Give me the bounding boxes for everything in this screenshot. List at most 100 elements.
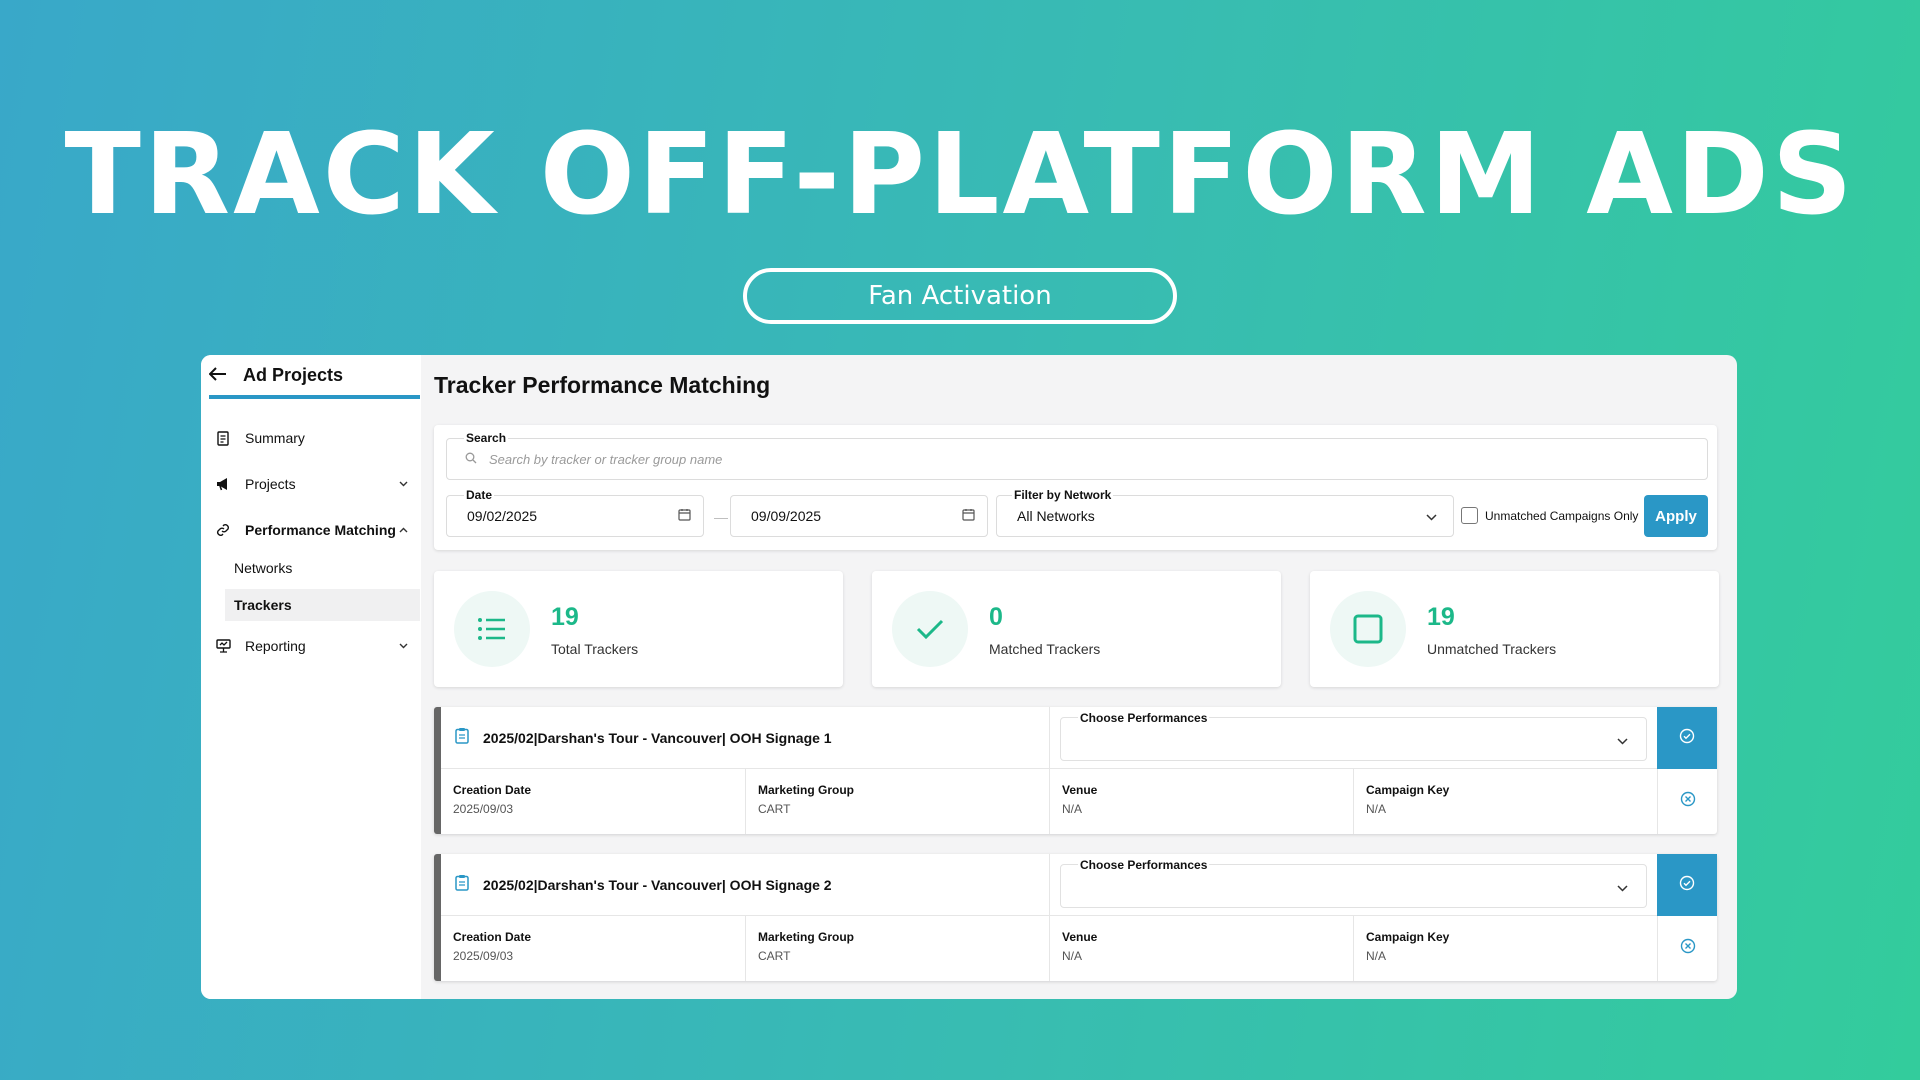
- stat-value: 19: [551, 603, 579, 631]
- tracker-name: 2025/02|Darshan's Tour - Vancouver| OOH …: [483, 876, 832, 893]
- hero-title: TRACK OFF-PLATFORM ADS: [64, 110, 1856, 240]
- field-value: N/A: [1366, 949, 1387, 963]
- stat-label: Total Trackers: [551, 641, 639, 657]
- tracker-name: 2025/02|Darshan's Tour - Vancouver| OOH …: [483, 729, 832, 746]
- sidebar-subitem-label: Trackers: [234, 597, 292, 613]
- tracker-header: 2025/02|Darshan's Tour - Vancouver| OOH …: [441, 707, 1049, 769]
- chevron-up-icon: [399, 524, 408, 536]
- stat-value: 19: [1427, 603, 1455, 631]
- stat-card-unmatched: 19 Unmatched Trackers: [1310, 571, 1719, 687]
- performance-select-area: Choose Performances: [1049, 854, 1657, 916]
- tracker-field-venue: Venue N/A: [1049, 916, 1353, 981]
- chevron-down-icon: [1617, 879, 1628, 897]
- field-key: Campaign Key: [1366, 930, 1450, 944]
- sidebar-subitem-label: Networks: [234, 560, 293, 576]
- tracker-field-venue: Venue N/A: [1049, 769, 1353, 834]
- page-title: Tracker Performance Matching: [434, 372, 771, 398]
- network-value: All Networks: [1017, 508, 1095, 524]
- chevron-down-icon: [399, 640, 408, 652]
- field-key: Creation Date: [453, 930, 532, 944]
- date-from-value: 09/02/2025: [467, 508, 538, 524]
- clear-match-button[interactable]: [1657, 769, 1717, 834]
- sidebar-item-label: Reporting: [245, 638, 306, 654]
- sidebar-header: Ad Projects: [208, 355, 420, 399]
- tracker-field-creation-date: Creation Date 2025/09/03: [441, 916, 745, 981]
- close-circle-icon: [1680, 791, 1696, 812]
- tracker-card: 2025/02|Darshan's Tour - Vancouver| OOH …: [434, 707, 1717, 834]
- search-input[interactable]: Search by tracker or tracker group name: [446, 438, 1708, 480]
- clipboard-icon: [455, 874, 469, 896]
- date-to-value: 09/09/2025: [751, 508, 822, 524]
- list-icon: [454, 591, 530, 667]
- tracker-field-campaign-key: Campaign Key N/A: [1353, 769, 1657, 834]
- check-circle-icon: [1679, 728, 1695, 749]
- search-label: Search: [464, 431, 509, 445]
- field-key: Marketing Group: [758, 783, 855, 797]
- check-circle-icon: [1679, 875, 1695, 896]
- sidebar-subitem-networks[interactable]: Networks: [225, 552, 420, 584]
- unmatched-only-label: Unmatched Campaigns Only: [1485, 508, 1639, 523]
- link-icon: [215, 522, 231, 538]
- sidebar: Ad Projects Summary Projects Performance…: [201, 355, 421, 999]
- choose-performances-label: Choose Performances: [1078, 858, 1210, 872]
- sidebar-item-label: Summary: [245, 430, 305, 446]
- tracker-field-marketing-group: Marketing Group CART: [745, 916, 1049, 981]
- megaphone-icon: [215, 476, 231, 492]
- field-key: Campaign Key: [1366, 783, 1450, 797]
- calendar-icon[interactable]: [678, 508, 691, 524]
- field-key: Venue: [1062, 930, 1098, 944]
- tracker-field-campaign-key: Campaign Key N/A: [1353, 916, 1657, 981]
- field-value: N/A: [1062, 802, 1083, 816]
- tracker-field-creation-date: Creation Date 2025/09/03: [441, 769, 745, 834]
- arrow-left-icon[interactable]: [208, 364, 229, 387]
- date-to-field[interactable]: 09/09/2025: [730, 495, 988, 537]
- field-value: 2025/09/03: [453, 802, 514, 816]
- tracker-card: 2025/02|Darshan's Tour - Vancouver| OOH …: [434, 854, 1717, 981]
- calendar-icon[interactable]: [962, 508, 975, 524]
- field-value: CART: [758, 802, 791, 816]
- field-key: Marketing Group: [758, 930, 855, 944]
- app-window: Ad Projects Summary Projects Performance…: [201, 355, 1737, 999]
- field-value: N/A: [1366, 802, 1387, 816]
- confirm-match-button[interactable]: [1657, 707, 1717, 769]
- choose-performances-label: Choose Performances: [1078, 711, 1210, 725]
- sidebar-item-label: Performance Matching: [245, 522, 396, 538]
- sidebar-item-label: Projects: [245, 476, 296, 492]
- unmatched-only-checkbox[interactable]: [1461, 507, 1478, 524]
- stat-label: Matched Trackers: [989, 641, 1101, 657]
- sidebar-item-summary[interactable]: Summary: [215, 423, 420, 453]
- search-placeholder: Search by tracker or tracker group name: [489, 451, 723, 467]
- clipboard-icon: [455, 727, 469, 749]
- chevron-down-icon: [1426, 509, 1437, 524]
- main-content: Tracker Performance Matching Search by t…: [434, 355, 1729, 999]
- apply-button[interactable]: Apply: [1644, 495, 1708, 537]
- check-icon: [892, 591, 968, 667]
- close-circle-icon: [1680, 938, 1696, 959]
- field-key: Creation Date: [453, 783, 532, 797]
- tracker-field-marketing-group: Marketing Group CART: [745, 769, 1049, 834]
- sidebar-item-projects[interactable]: Projects: [215, 469, 420, 499]
- sidebar-subitem-trackers[interactable]: Trackers: [225, 589, 420, 621]
- presentation-icon: [215, 638, 231, 654]
- field-value: N/A: [1062, 949, 1083, 963]
- stat-card-matched: 0 Matched Trackers: [872, 571, 1281, 687]
- chevron-down-icon: [1617, 732, 1628, 750]
- stat-label: Unmatched Trackers: [1427, 641, 1557, 657]
- clear-match-button[interactable]: [1657, 916, 1717, 981]
- hero-pill: Fan Activation: [743, 268, 1177, 324]
- field-value: 2025/09/03: [453, 949, 514, 963]
- performance-select-area: Choose Performances: [1049, 707, 1657, 769]
- sidebar-title: Ad Projects: [243, 364, 344, 385]
- date-range-separator: —: [714, 509, 728, 525]
- date-label: Date: [464, 488, 495, 502]
- confirm-match-button[interactable]: [1657, 854, 1717, 916]
- report-icon: [215, 430, 231, 446]
- sidebar-item-performance-matching[interactable]: Performance Matching: [215, 515, 420, 545]
- field-value: CART: [758, 949, 791, 963]
- square-icon: [1330, 591, 1406, 667]
- unmatched-only-toggle[interactable]: Unmatched Campaigns Only: [1461, 507, 1638, 524]
- search-icon: [465, 452, 477, 467]
- tracker-header: 2025/02|Darshan's Tour - Vancouver| OOH …: [441, 854, 1049, 916]
- sidebar-item-reporting[interactable]: Reporting: [215, 631, 420, 661]
- stat-card-total: 19 Total Trackers: [434, 571, 843, 687]
